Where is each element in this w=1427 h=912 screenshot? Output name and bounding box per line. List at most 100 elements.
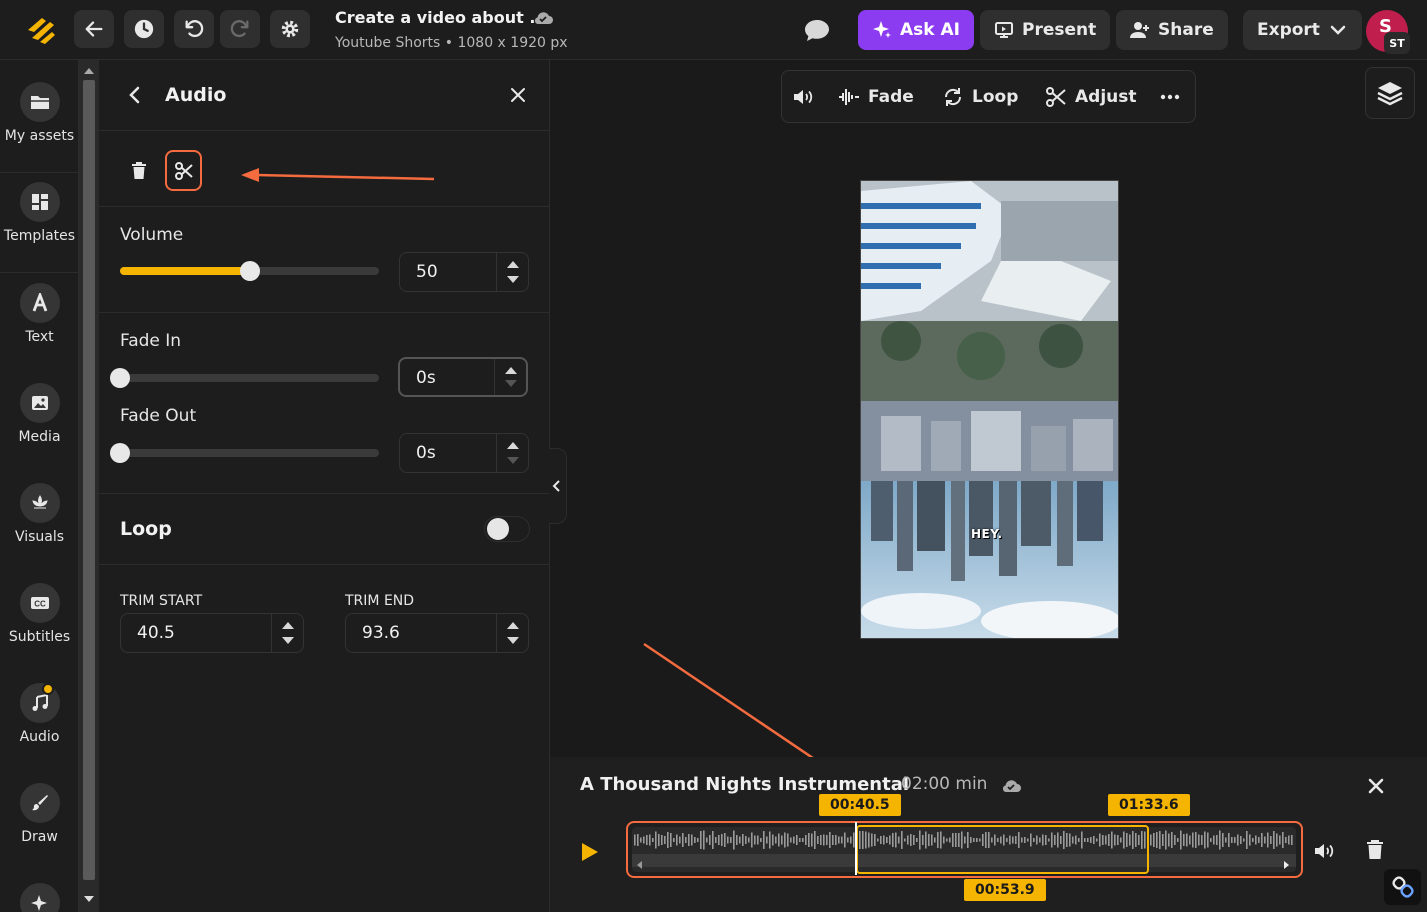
fade-in-stepper[interactable] [494, 359, 526, 395]
back-button[interactable] [74, 10, 114, 48]
trim-selection[interactable] [856, 825, 1149, 874]
nav-item-more[interactable] [0, 883, 79, 912]
close-icon[interactable] [508, 85, 528, 105]
volume-input[interactable]: 50 [399, 252, 529, 292]
trim-section: TRIM START 40.5 TRIM END 93.6 [99, 565, 550, 675]
nav-label: Text [25, 329, 54, 345]
fade-in-input[interactable]: 0s [398, 357, 528, 397]
waveform-bar [1195, 832, 1197, 848]
waveform-bar [670, 833, 672, 847]
avatar-badge: ST [1384, 32, 1410, 54]
volume-slider-handle[interactable] [240, 261, 260, 281]
increment-icon[interactable] [282, 622, 294, 629]
waveform-bar [712, 831, 714, 849]
loop-button[interactable]: Loop [942, 86, 1018, 108]
waveform-bar [808, 833, 810, 847]
playhead[interactable] [855, 822, 857, 875]
chevron-left-icon[interactable] [125, 84, 145, 106]
undo-button[interactable] [174, 10, 214, 48]
decrement-icon[interactable] [507, 276, 519, 283]
collapse-panel-button[interactable] [549, 448, 567, 524]
track-duration: 02:00 min [901, 774, 988, 794]
increment-icon[interactable] [507, 261, 519, 268]
trim-end-stepper[interactable] [496, 614, 528, 652]
trim-start-input[interactable]: 40.5 [120, 613, 304, 653]
waveform-bar [1225, 837, 1227, 843]
scroll-right-icon[interactable] [1283, 860, 1291, 870]
scroll-down-icon[interactable] [84, 896, 94, 902]
nav-item-audio[interactable]: Audio [0, 683, 79, 745]
decrement-icon[interactable] [282, 637, 294, 644]
decrement-icon[interactable] [505, 380, 517, 387]
video-preview[interactable]: HEY. [860, 180, 1119, 639]
share-button[interactable]: Share [1116, 10, 1228, 50]
scroll-left-icon[interactable] [635, 860, 643, 870]
history-button[interactable] [124, 10, 164, 48]
svg-text:CC: CC [34, 600, 46, 609]
volume-slider[interactable] [120, 261, 379, 281]
loop-toggle[interactable] [484, 516, 530, 542]
waveform-bar [772, 834, 774, 846]
nav-item-media[interactable]: Media [0, 383, 79, 445]
waveform-bar [1198, 834, 1200, 846]
nav-item-text[interactable]: Text [0, 283, 79, 345]
waveform-bar [784, 832, 786, 848]
increment-icon[interactable] [507, 622, 519, 629]
adjust-button[interactable]: Adjust [1045, 86, 1137, 108]
nav-item-draw[interactable]: Draw [0, 783, 79, 845]
waveform-bar [643, 836, 645, 844]
scissors-icon [1046, 87, 1066, 107]
nav-item-visuals[interactable]: Visuals [0, 483, 79, 545]
present-button[interactable]: Present [980, 10, 1111, 50]
trim-button[interactable] [165, 150, 202, 191]
fade-out-stepper[interactable] [496, 434, 528, 472]
nav-scrollbar[interactable] [79, 60, 99, 912]
increment-icon[interactable] [505, 367, 517, 374]
redo-button[interactable] [220, 10, 260, 48]
fade-button[interactable]: Fade [838, 86, 914, 108]
comment-icon[interactable] [803, 17, 831, 43]
waveform-bar [1210, 838, 1212, 842]
decrement-icon[interactable] [507, 457, 519, 464]
waveform-bar [829, 832, 831, 848]
nav-item-my-assets[interactable]: My assets [0, 82, 79, 144]
volume-stepper[interactable] [496, 253, 528, 291]
waveform-bar [739, 836, 741, 844]
waveform-bar [817, 836, 819, 844]
scrollbar-thumb[interactable] [83, 80, 95, 880]
fade-in-slider-handle[interactable] [110, 368, 130, 388]
avatar[interactable]: S ST [1366, 10, 1410, 54]
arrow-left-icon [85, 21, 103, 37]
more-icon[interactable] [1160, 93, 1180, 101]
trim-end-input[interactable]: 93.6 [345, 613, 529, 653]
scroll-up-icon[interactable] [84, 68, 94, 74]
volume-icon[interactable] [792, 87, 814, 107]
document-title[interactable]: Create a video about ... [335, 8, 548, 27]
close-icon[interactable] [1367, 777, 1385, 795]
chevron-left-icon [552, 480, 560, 492]
layers-button[interactable] [1365, 67, 1415, 119]
waveform-bar [1204, 831, 1206, 849]
fade-in-slider[interactable] [110, 368, 379, 388]
fade-out-input[interactable]: 0s [399, 433, 529, 473]
waveform-bar [730, 837, 732, 843]
trim-start-stepper[interactable] [271, 614, 303, 652]
settings-button[interactable] [270, 10, 310, 48]
trash-icon[interactable] [129, 160, 149, 182]
fade-out-slider-handle[interactable] [110, 443, 130, 463]
decrement-icon[interactable] [507, 637, 519, 644]
fade-out-slider[interactable] [110, 443, 379, 463]
link-button[interactable] [1384, 869, 1421, 905]
nav-item-templates[interactable]: Templates [0, 182, 79, 244]
app-logo-icon[interactable] [22, 12, 62, 48]
trash-icon[interactable] [1366, 839, 1384, 861]
export-button[interactable]: Export [1243, 10, 1362, 50]
waveform-bar [796, 835, 798, 845]
increment-icon[interactable] [507, 442, 519, 449]
ask-ai-button[interactable]: Ask AI [858, 10, 974, 50]
waveform-bar [805, 835, 807, 845]
volume-icon[interactable] [1313, 841, 1335, 861]
nav-item-subtitles[interactable]: CC Subtitles [0, 583, 79, 645]
waveform-bar [637, 834, 639, 846]
play-icon[interactable] [580, 841, 600, 863]
